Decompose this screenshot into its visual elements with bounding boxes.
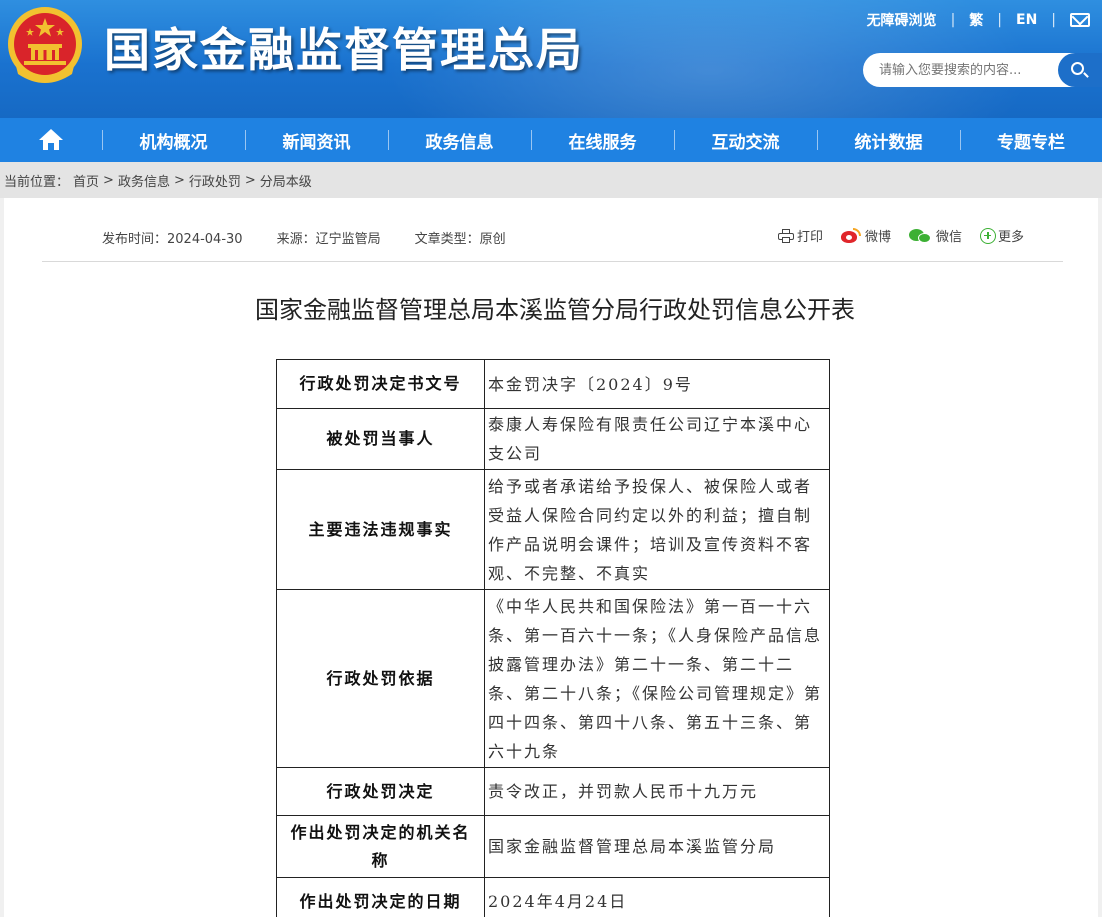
breadcrumb-prefix: 当前位置： — [4, 174, 70, 190]
search-box — [863, 53, 1102, 87]
row-value: 责令改正，并罚款人民币十九万元 — [484, 767, 830, 816]
wechat-icon — [909, 228, 933, 244]
national-emblem-icon[interactable] — [6, 4, 84, 86]
more-label: 更多 — [998, 230, 1025, 245]
printer-icon — [778, 228, 794, 243]
row-value: 国家金融监督管理总局本溪监管分局 — [484, 815, 830, 878]
accessibility-link[interactable]: 无障碍浏览 — [867, 10, 937, 30]
print-button[interactable]: 打印 — [778, 226, 823, 245]
row-label: 行政处罚决定 — [276, 767, 485, 816]
table-row: 被处罚当事人 泰康人寿保险有限责任公司辽宁本溪中心支公司 — [276, 408, 830, 470]
row-label: 作出处罚决定的机关名称 — [276, 815, 485, 878]
home-icon — [38, 129, 64, 151]
mail-icon[interactable] — [1070, 13, 1090, 27]
row-value: 《中华人民共和国保险法》第一百一十六条、第一百六十一条；《人身保险产品信息披露管… — [484, 589, 830, 768]
breadcrumb-government-affairs[interactable]: 政务信息 — [118, 171, 170, 190]
breadcrumb-administrative-penalty[interactable]: 行政处罚 — [189, 171, 241, 190]
site-title[interactable]: 国家金融监督管理总局 — [104, 14, 584, 80]
article-title: 国家金融监督管理总局本溪监管分局行政处罚信息公开表 — [255, 296, 855, 324]
article-type: 文章类型：原创 — [414, 232, 506, 247]
row-value: 本金罚决字〔2024〕9号 — [484, 359, 830, 409]
nav-item-government-affairs[interactable]: 政务信息 — [388, 118, 531, 162]
breadcrumb: 当前位置： 首页 > 政务信息 > 行政处罚 > 分局本级 — [0, 162, 1102, 198]
table-row: 作出处罚决定的机关名称 国家金融监督管理总局本溪监管分局 — [276, 815, 830, 878]
nav-item-institution[interactable]: 机构概况 — [102, 118, 245, 162]
breadcrumb-separator: > — [244, 172, 256, 188]
article-content: 发布时间：2024-04-30 来源：辽宁监管局 文章类型：原创 打印 微博 微… — [4, 198, 1098, 917]
nav-item-statistics[interactable]: 统计数据 — [817, 118, 960, 162]
nav-item-special-topics[interactable]: 专题专栏 — [960, 118, 1102, 162]
article-source: 来源：辽宁监管局 — [276, 232, 381, 247]
row-value: 给予或者承诺给予投保人、被保险人或者受益人保险合同约定以外的利益；擅自制作产品说… — [484, 469, 830, 590]
traditional-chinese-link[interactable]: 繁 — [969, 10, 983, 30]
table-row: 作出处罚决定的日期 2024年4月24日 — [276, 877, 830, 917]
row-label: 行政处罚依据 — [276, 589, 485, 768]
meta-divider — [42, 261, 1063, 262]
nav-home[interactable] — [0, 118, 102, 162]
link-separator: | — [1051, 12, 1056, 28]
wechat-label: 微信 — [936, 230, 963, 245]
weibo-icon — [841, 227, 862, 244]
table-row: 行政处罚决定书文号 本金罚决字〔2024〕9号 — [276, 359, 830, 409]
print-label: 打印 — [797, 230, 824, 245]
row-label: 行政处罚决定书文号 — [276, 359, 485, 409]
site-header: 国家金融监督管理总局 无障碍浏览 | 繁 | EN | — [0, 0, 1102, 118]
top-links: 无障碍浏览 | 繁 | EN | — [867, 10, 1090, 30]
share-more-button[interactable]: 更多 — [980, 226, 1024, 245]
nav-item-news[interactable]: 新闻资讯 — [245, 118, 388, 162]
search-input[interactable] — [863, 53, 1059, 87]
main-nav: 机构概况 新闻资讯 政务信息 在线服务 互动交流 统计数据 专题专栏 — [0, 118, 1102, 162]
share-bar: 打印 微博 微信 更多 — [778, 226, 1024, 245]
table-row: 行政处罚依据 《中华人民共和国保险法》第一百一十六条、第一百六十一条；《人身保险… — [276, 589, 830, 768]
row-label: 作出处罚决定的日期 — [276, 877, 485, 917]
breadcrumb-separator: > — [173, 172, 185, 188]
table-row: 行政处罚决定 责令改正，并罚款人民币十九万元 — [276, 767, 830, 816]
weibo-label: 微博 — [865, 230, 892, 245]
breadcrumb-branch-level[interactable]: 分局本级 — [260, 171, 312, 190]
link-separator: | — [950, 12, 956, 28]
breadcrumb-separator: > — [103, 172, 114, 188]
table-row: 主要违法违规事实 给予或者承诺给予投保人、被保险人或者受益人保险合同约定以外的利… — [276, 469, 830, 590]
search-button[interactable] — [1058, 53, 1102, 87]
penalty-info-table: 行政处罚决定书文号 本金罚决字〔2024〕9号 被处罚当事人 泰康人寿保险有限责… — [276, 359, 830, 917]
nav-item-online-services[interactable]: 在线服务 — [531, 118, 674, 162]
nav-item-interaction[interactable]: 互动交流 — [674, 118, 817, 162]
plus-circle-icon — [980, 227, 997, 244]
row-value: 泰康人寿保险有限责任公司辽宁本溪中心支公司 — [484, 408, 830, 470]
row-value: 2024年4月24日 — [484, 877, 830, 917]
article-meta: 发布时间：2024-04-30 来源：辽宁监管局 文章类型：原创 — [102, 228, 506, 247]
row-label: 被处罚当事人 — [276, 408, 485, 470]
share-wechat-button[interactable]: 微信 — [909, 226, 962, 245]
english-link[interactable]: EN — [1016, 12, 1037, 28]
row-label: 主要违法违规事实 — [276, 469, 485, 590]
publish-time: 发布时间：2024-04-30 — [102, 232, 243, 247]
breadcrumb-home[interactable]: 首页 — [73, 171, 99, 190]
share-weibo-button[interactable]: 微博 — [841, 226, 891, 245]
link-separator: | — [997, 12, 1002, 28]
